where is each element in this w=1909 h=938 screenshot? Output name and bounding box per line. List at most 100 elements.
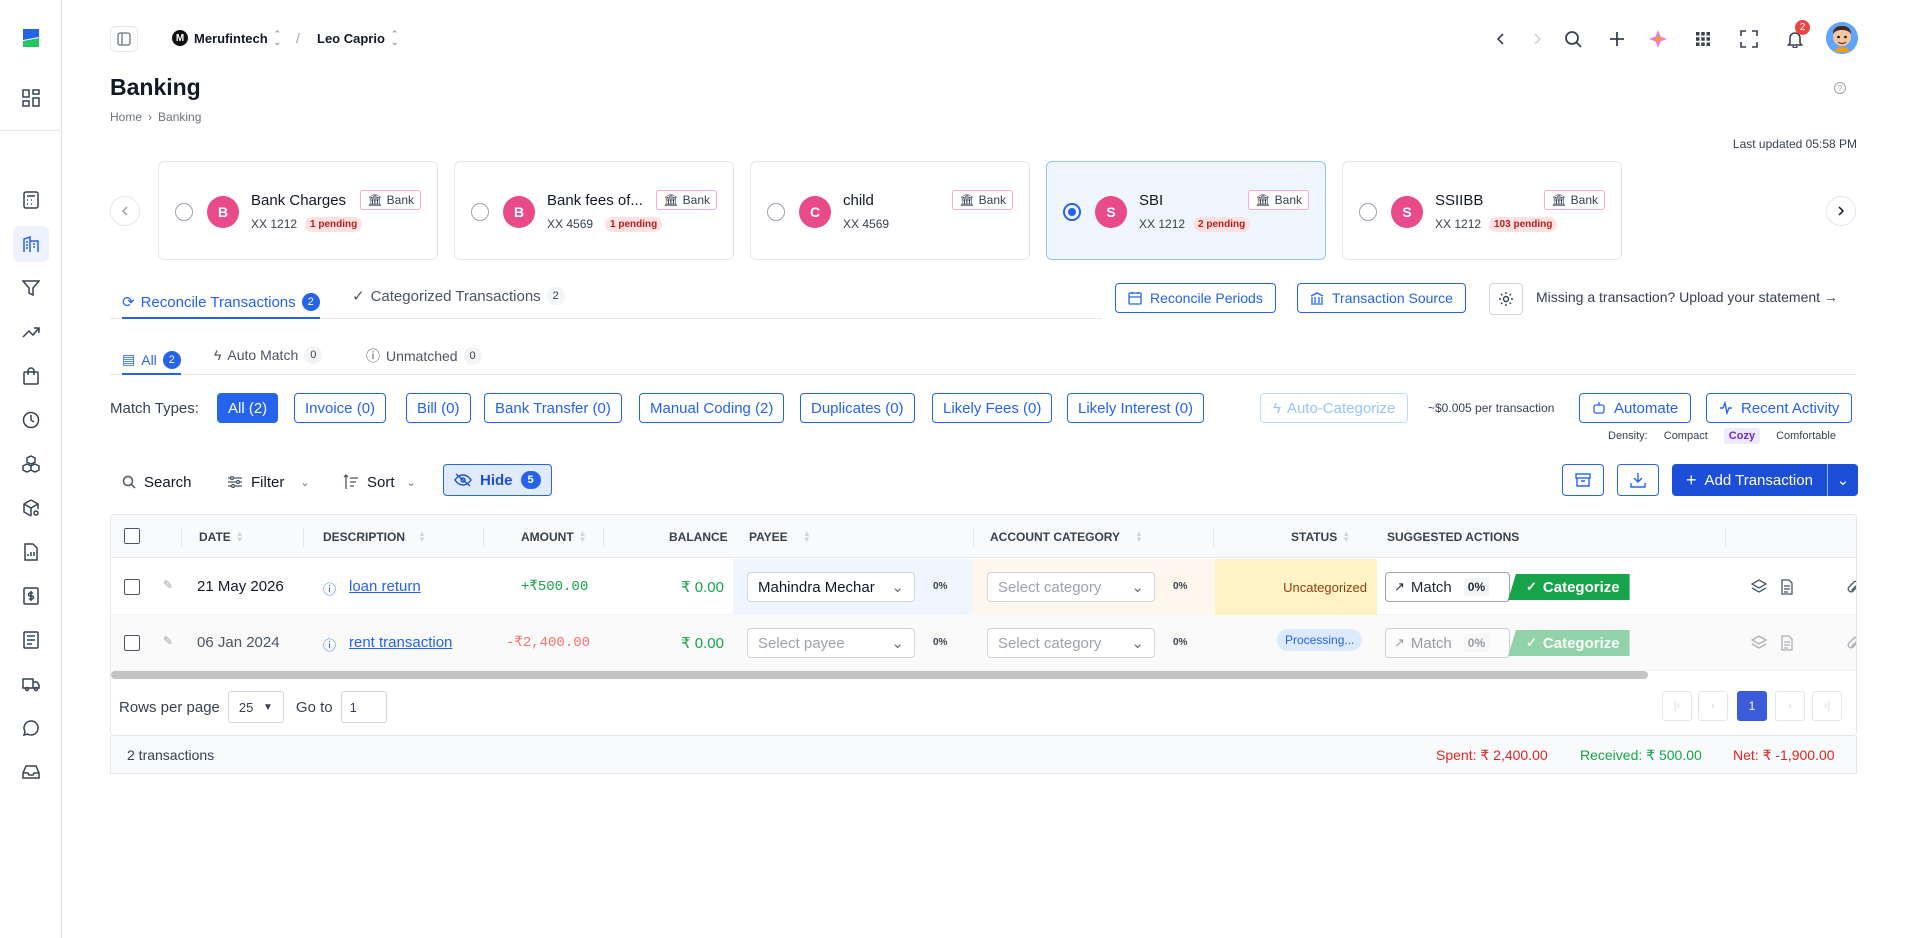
select-all-checkbox[interactable] [124, 528, 140, 544]
app-logo-icon[interactable] [19, 26, 43, 50]
document-icon[interactable] [1779, 635, 1795, 651]
inbox-icon[interactable] [19, 760, 43, 784]
ai-sparkle-icon[interactable] [1645, 26, 1671, 52]
sort-button[interactable]: Sort ⌄ [343, 466, 416, 498]
org-switcher[interactable]: M Merufintech ⌃ ⌄ [172, 30, 281, 47]
match-button[interactable]: ↗ Match 0% [1385, 628, 1510, 658]
match-chip-duplicates[interactable]: Duplicates (0) [800, 393, 915, 423]
truck-icon[interactable] [19, 672, 43, 696]
search-button[interactable]: Search [122, 466, 192, 498]
page-number-button[interactable]: 1 [1737, 691, 1767, 721]
auto-categorize-button[interactable]: ϟ Auto-Categorize [1260, 393, 1409, 423]
notifications-bell-icon[interactable]: 2 [1782, 20, 1810, 52]
next-page-button[interactable]: › [1775, 691, 1805, 721]
fullscreen-icon[interactable] [1736, 26, 1762, 52]
column-header-account-category[interactable]: ACCOUNT CATEGORY ▲ ▼ [990, 530, 1143, 545]
match-chip-likely-interest[interactable]: Likely Interest (0) [1067, 393, 1205, 423]
column-header-date[interactable]: DATE ▲ ▼ [199, 530, 244, 545]
forward-icon[interactable] [1524, 26, 1550, 52]
transaction-description-link[interactable]: loan return [349, 578, 421, 595]
user-avatar[interactable] [1826, 22, 1858, 54]
archive-button[interactable] [1562, 464, 1604, 496]
dollar-doc-icon[interactable] [19, 584, 43, 608]
account-card[interactable]: B Bank fees of... XX 4569 1 pending 🏛 Ban… [454, 161, 734, 260]
search-icon[interactable] [1560, 26, 1586, 52]
transaction-description-link[interactable]: rent transaction [349, 634, 452, 651]
add-transaction-main[interactable]: + Add Transaction [1672, 464, 1828, 496]
breadcrumb-home-link[interactable]: Home [110, 110, 142, 124]
package-search-icon[interactable] [19, 496, 43, 520]
accounts-prev-button[interactable] [110, 196, 140, 226]
goto-page-input[interactable]: 1 [340, 691, 387, 723]
banking-icon[interactable] [13, 226, 49, 262]
tab-auto-match[interactable]: ϟ Auto Match 0 [214, 346, 323, 364]
layers-icon[interactable] [1751, 579, 1767, 595]
automate-button[interactable]: Automate [1579, 393, 1692, 423]
layers-icon[interactable] [1751, 635, 1767, 651]
tab-all[interactable]: ▤ All 2 [122, 346, 181, 375]
chat-icon[interactable] [19, 716, 43, 740]
dashboard-icon[interactable] [19, 86, 43, 110]
categorize-button[interactable]: ✓ Categorize [1508, 574, 1630, 600]
match-chip-bank-transfer[interactable]: Bank Transfer (0) [484, 393, 622, 423]
upload-statement-link[interactable]: Missing a transaction? Upload your state… [1536, 289, 1838, 305]
settings-gear-button[interactable] [1489, 283, 1523, 315]
match-chip-likely-fees[interactable]: Likely Fees (0) [932, 393, 1053, 423]
match-chip-invoice[interactable]: Invoice (0) [294, 393, 387, 423]
account-card[interactable]: C child XX 4569 🏛 Bank [750, 161, 1030, 260]
column-header-status[interactable]: STATUS ▲ ▼ [1291, 530, 1350, 545]
sidebar-toggle-button[interactable] [110, 26, 138, 52]
add-transaction-button[interactable]: + Add Transaction ⌄ [1672, 464, 1858, 496]
match-chip-bill[interactable]: Bill (0) [406, 393, 471, 423]
category-select[interactable]: Select category ⌄ [987, 628, 1155, 658]
account-card[interactable]: B Bank Charges XX 1212 1 pending 🏛 Bank [158, 161, 438, 260]
match-chip-all[interactable]: All (2) [217, 393, 279, 423]
account-radio[interactable] [1359, 203, 1377, 221]
account-card-selected[interactable]: S SBI XX 1212 2 pending 🏛 Bank [1046, 161, 1326, 260]
column-header-description[interactable]: DESCRIPTION ▲ ▼ [323, 530, 426, 545]
calculator-icon[interactable] [19, 188, 43, 212]
match-chip-manual-coding[interactable]: Manual Coding (2) [639, 393, 785, 423]
recent-activity-button[interactable]: Recent Activity [1706, 393, 1853, 423]
trend-icon[interactable] [19, 320, 43, 344]
help-icon[interactable]: ? [1834, 82, 1846, 94]
reconcile-periods-button[interactable]: Reconcile Periods [1115, 283, 1276, 313]
hide-columns-button[interactable]: Hide 5 [443, 464, 552, 496]
edit-pencil-icon[interactable]: ✎ [163, 578, 173, 592]
apps-grid-icon[interactable] [1690, 26, 1716, 52]
account-radio[interactable] [471, 203, 489, 221]
horizontal-scrollbar[interactable] [111, 671, 1648, 679]
table-row[interactable]: ✎ 21 May 2026 ⓘ loan return +₹500.00 ₹ 0… [111, 559, 1857, 615]
tab-categorized-transactions[interactable]: ✓ Categorized Transactions 2 [352, 287, 565, 305]
document-icon[interactable] [1779, 579, 1795, 595]
column-header-payee[interactable]: PAYEE ▲ ▼ [749, 530, 811, 545]
attachment-icon[interactable] [1845, 579, 1857, 595]
account-radio[interactable] [1063, 203, 1081, 221]
filter-icon[interactable] [19, 276, 43, 300]
last-page-button[interactable]: ›| [1812, 691, 1842, 721]
clock-icon[interactable] [19, 408, 43, 432]
match-button[interactable]: ↗ Match 0% [1385, 572, 1510, 602]
tab-unmatched[interactable]: ⓘ Unmatched 0 [366, 346, 482, 366]
density-cozy[interactable]: Cozy [1723, 428, 1761, 444]
info-icon[interactable]: ⓘ [323, 579, 336, 598]
report-icon[interactable] [19, 540, 43, 564]
accounts-next-button[interactable] [1826, 196, 1856, 226]
download-button[interactable] [1617, 464, 1659, 496]
category-select[interactable]: Select category ⌄ [987, 572, 1155, 602]
info-icon[interactable]: ⓘ [323, 635, 336, 654]
edit-pencil-icon[interactable]: ✎ [163, 634, 173, 648]
account-radio[interactable] [175, 203, 193, 221]
density-comfortable[interactable]: Comfortable [1776, 430, 1836, 442]
first-page-button[interactable]: |‹ [1662, 691, 1692, 721]
tab-reconcile-transactions[interactable]: ⟳ Reconcile Transactions 2 [122, 287, 320, 319]
row-checkbox[interactable] [124, 635, 140, 651]
attachment-icon[interactable] [1845, 635, 1857, 651]
document-icon[interactable] [19, 628, 43, 652]
boxes-icon[interactable] [19, 452, 43, 476]
back-icon[interactable] [1488, 26, 1514, 52]
shopping-bag-icon[interactable] [19, 364, 43, 388]
rows-per-page-select[interactable]: 25 ▼ [227, 691, 284, 723]
row-checkbox[interactable] [124, 579, 140, 595]
categorize-button[interactable]: ✓ Categorize [1508, 630, 1630, 656]
